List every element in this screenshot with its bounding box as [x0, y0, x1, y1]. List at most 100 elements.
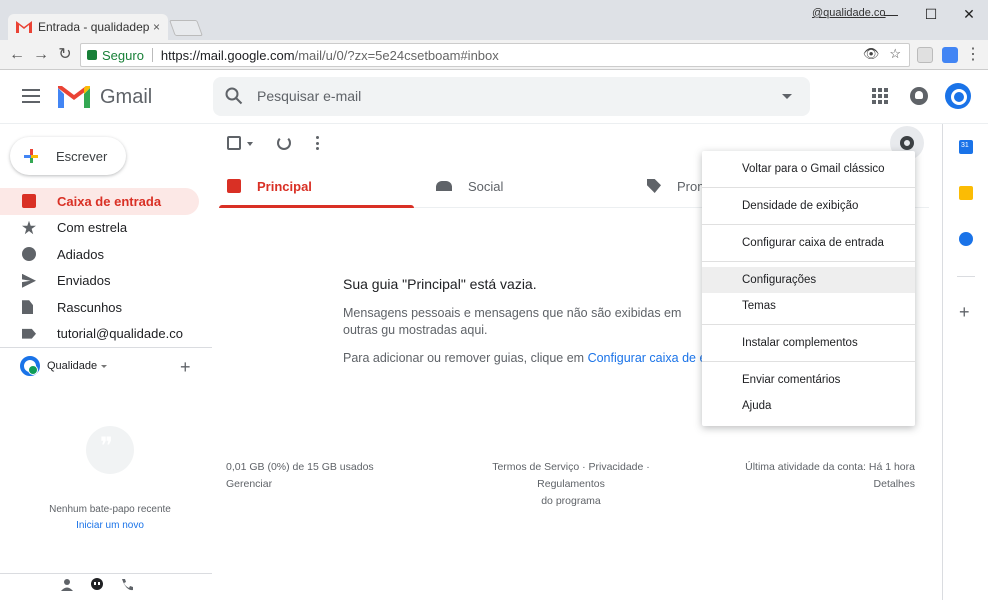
forward-button[interactable]: → — [30, 44, 52, 66]
menu-item-feedback[interactable]: Enviar comentários — [702, 367, 915, 393]
bookmark-star-icon[interactable]: ☆ — [889, 46, 901, 62]
select-options-icon[interactable] — [247, 142, 253, 146]
inbox-icon — [227, 179, 241, 193]
sidebar-divider — [0, 347, 212, 348]
empty-tab-help: Para adicionar ou remover guias, clique … — [343, 351, 713, 365]
tab-label: Social — [468, 178, 504, 194]
search-options-icon[interactable] — [782, 94, 792, 99]
empty-help-text: Para adicionar ou remover guias, clique … — [343, 351, 588, 365]
hangouts-add-icon[interactable]: + — [180, 357, 191, 378]
minimize-button[interactable]: — — [877, 4, 905, 24]
sidebar-item-label: Enviados — [57, 273, 111, 289]
tab-close-icon[interactable]: × — [153, 20, 160, 34]
terms-line-1[interactable]: Termos de Serviço · Privacidade · Regula… — [458, 459, 684, 493]
url-host: https://mail.google.com — [160, 47, 295, 63]
google-apps-icon[interactable] — [872, 88, 888, 104]
tab-principal[interactable]: Principal — [227, 164, 312, 208]
main-menu-icon[interactable] — [20, 86, 42, 108]
star-icon — [22, 220, 36, 235]
sidebar-item-starred[interactable]: Com estrela — [0, 215, 199, 242]
header-divider — [0, 123, 988, 124]
menu-item-addons[interactable]: Instalar complementos — [702, 330, 915, 356]
sidebar-item-label: Caixa de entrada — [57, 193, 162, 209]
storage-info: 0,01 GB (0%) de 15 GB usados Gerenciar — [226, 459, 374, 493]
hangouts-bubble-icon — [86, 426, 134, 474]
keep-icon[interactable] — [959, 186, 973, 200]
back-button[interactable]: ← — [6, 44, 28, 66]
side-panel: + — [942, 124, 988, 600]
extension-cast-icon[interactable] — [942, 47, 958, 63]
address-bar[interactable]: Seguro https://mail.google.com /mail/u/0… — [80, 43, 910, 67]
menu-item-classic-gmail[interactable]: Voltar para o Gmail clássico — [702, 156, 915, 182]
select-all-checkbox[interactable] — [227, 136, 241, 150]
tab-social[interactable]: Social — [436, 164, 503, 208]
tab-label: Principal — [257, 178, 312, 194]
browser-toolbar: ← → ↻ Seguro https://mail.google.com /ma… — [0, 40, 988, 70]
activity-info: Última atividade da conta: Há 1 hora Det… — [700, 459, 915, 493]
browser-titlebar: Entrada - qualidadepontoco × @qualidade.… — [0, 0, 988, 40]
hangouts-bottom-bar — [60, 578, 134, 592]
search-bar[interactable] — [213, 77, 810, 116]
search-input[interactable] — [257, 86, 757, 106]
browser-menu-icon[interactable]: ⋮ — [962, 44, 984, 66]
reload-button[interactable]: ↻ — [54, 44, 76, 66]
details-link[interactable]: Detalhes — [700, 476, 915, 493]
settings-menu: Voltar para o Gmail clássico Densidade d… — [702, 151, 915, 426]
lock-icon — [87, 50, 97, 60]
account-avatar[interactable] — [945, 83, 971, 109]
sidebar-item-inbox[interactable]: Caixa de entrada — [0, 188, 199, 215]
gmail-logo-icon[interactable] — [58, 86, 90, 108]
phone-icon[interactable] — [120, 578, 134, 592]
configure-inbox-link[interactable]: Configurar caixa de entrad — [588, 351, 713, 365]
refresh-icon[interactable] — [277, 136, 291, 150]
extension-icon[interactable] — [917, 47, 933, 63]
menu-item-themes[interactable]: Temas — [702, 293, 915, 319]
sidebar-item-snoozed[interactable]: Adiados — [0, 241, 199, 268]
start-new-chat-link[interactable]: Iniciar um novo — [0, 520, 220, 531]
last-activity: Última atividade da conta: Há 1 hora — [745, 461, 915, 473]
new-tab-button[interactable] — [169, 20, 203, 36]
menu-item-help[interactable]: Ajuda — [702, 393, 915, 419]
compose-button[interactable]: Escrever — [10, 137, 126, 175]
secure-label: Seguro — [102, 47, 144, 63]
menu-divider — [702, 224, 915, 225]
sidebar-item-drafts[interactable]: Rascunhos — [0, 294, 199, 321]
tracking-eye-icon[interactable]: 👁 — [863, 46, 880, 62]
calendar-icon[interactable] — [959, 140, 973, 154]
menu-item-settings[interactable]: Configurações — [702, 267, 915, 293]
sidebar-item-sent[interactable]: Enviados — [0, 268, 199, 295]
sidebar-item-label: tutorial@qualidade.co — [57, 326, 183, 342]
manage-storage-link[interactable]: Gerenciar — [226, 476, 374, 493]
sidebar-item-label: Adiados — [57, 246, 104, 262]
close-window-button[interactable]: ✕ — [955, 4, 983, 24]
get-addons-icon[interactable]: + — [959, 302, 970, 323]
sidebar-item-label-tutorial[interactable]: tutorial@qualidade.co — [0, 321, 199, 348]
maximize-button[interactable]: ☐ — [917, 4, 945, 24]
terms-line-2[interactable]: do programa — [458, 493, 684, 510]
address-separator — [151, 48, 153, 62]
menu-item-display-density[interactable]: Densidade de exibição — [702, 193, 915, 219]
person-icon[interactable] — [60, 578, 74, 592]
hangouts-chat-icon[interactable] — [90, 578, 104, 592]
active-tab-indicator — [219, 205, 414, 208]
clock-icon — [22, 247, 36, 262]
compose-label: Escrever — [56, 148, 108, 164]
browser-tab[interactable]: Entrada - qualidadepontoco × — [8, 14, 168, 40]
menu-divider — [702, 261, 915, 262]
gmail-header: Gmail — [0, 70, 988, 123]
menu-item-configure-inbox[interactable]: Configurar caixa de entrada — [702, 230, 915, 256]
tab-promocoes[interactable]: Prom — [647, 164, 708, 208]
search-icon[interactable] — [225, 87, 243, 105]
url-path: /mail/u/0/?zx=5e24csetboam#inbox — [294, 47, 499, 63]
tasks-icon[interactable] — [959, 232, 973, 246]
notifications-icon[interactable] — [910, 87, 928, 105]
hangouts-account-selector[interactable]: Qualidade — [20, 356, 108, 376]
empty-tab-description: Mensagens pessoais e mensagens que não s… — [343, 306, 682, 337]
hangouts-account-name: Qualidade — [47, 360, 98, 372]
more-options-icon[interactable] — [316, 136, 320, 150]
profile-label[interactable]: @qualidade.co — [812, 7, 886, 19]
no-chat-text: Nenhum bate-papo recente — [49, 504, 171, 515]
tag-icon — [647, 179, 661, 193]
menu-divider — [702, 361, 915, 362]
gmail-logo-text[interactable]: Gmail — [100, 86, 152, 109]
